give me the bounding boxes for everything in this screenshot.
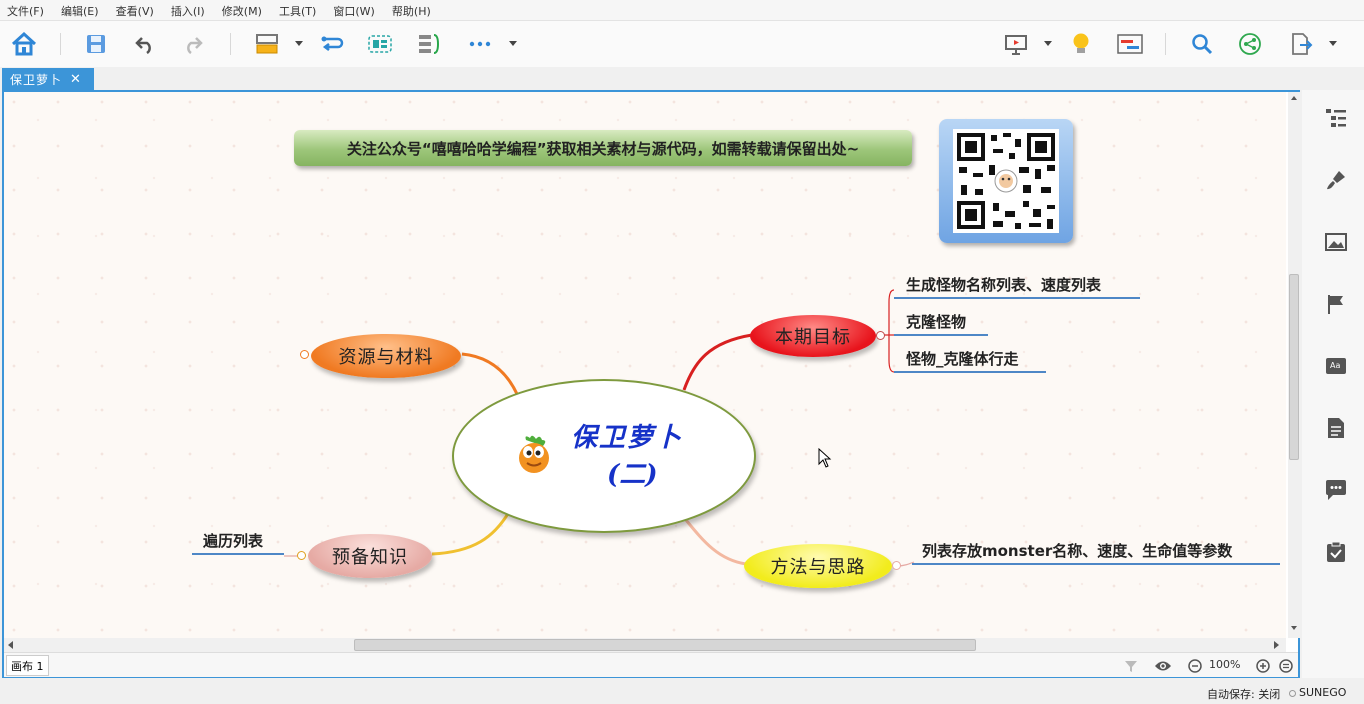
bottom-status-bar: 自动保存: 关闭 SUNEGO	[0, 682, 1364, 704]
subtopic-underline	[894, 297, 1140, 299]
document-tabs: 保卫萝卜 ✕	[0, 67, 1364, 90]
toolbar	[0, 21, 1364, 67]
more-icon[interactable]	[465, 29, 495, 59]
outline-icon[interactable]	[1324, 106, 1348, 130]
carrot-icon	[514, 434, 554, 476]
boundary-icon[interactable]	[365, 29, 395, 59]
scroll-left-icon[interactable]	[8, 641, 13, 649]
menu-modify[interactable]: 修改(M)	[222, 0, 262, 19]
export-dropdown-icon[interactable]	[1329, 41, 1337, 46]
horizontal-scrollbar[interactable]	[4, 638, 1286, 652]
scroll-up-icon[interactable]	[1291, 96, 1297, 100]
scroll-down-icon[interactable]	[1291, 626, 1297, 630]
marker-flag-icon[interactable]	[1324, 292, 1348, 316]
qr-code-topic[interactable]	[939, 119, 1073, 243]
home-icon[interactable]	[9, 29, 39, 59]
status-bar: 画布 1 100%	[4, 652, 1298, 677]
text-style-icon[interactable]: Aa	[1324, 354, 1348, 378]
bracket-goal	[888, 289, 895, 373]
topic-method[interactable]: 方法与思路	[744, 544, 892, 588]
connector-prereq	[431, 511, 511, 556]
menu-window[interactable]: 窗口(W)	[333, 0, 374, 19]
image-icon[interactable]	[1324, 230, 1348, 254]
subtopic-underline	[894, 334, 988, 336]
topic-style-dropdown-icon[interactable]	[295, 41, 303, 46]
menu-view[interactable]: 查看(V)	[116, 0, 154, 19]
sheet-tab[interactable]: 画布 1	[6, 655, 49, 676]
subtopic-goal-2[interactable]: 克隆怪物	[906, 311, 966, 332]
notes-icon[interactable]	[1324, 416, 1348, 440]
subtopic-prereq-1[interactable]: 遍历列表	[203, 530, 263, 551]
topic-goal[interactable]: 本期目标	[750, 315, 876, 357]
subtopic-goal-3[interactable]: 怪物_克隆体行走	[906, 348, 1019, 369]
horizontal-scroll-thumb[interactable]	[354, 639, 976, 651]
gantt-icon[interactable]	[1115, 29, 1145, 59]
collapse-method-icon[interactable]	[892, 561, 901, 570]
mindmap-canvas[interactable]: 关注公众号“嘻嘻哈哈学编程”获取相关素材与源代码，如需转载请保留出处~ 保卫萝卜…	[4, 92, 1286, 638]
subtopic-underline	[192, 553, 284, 555]
collapse-prereq-icon[interactable]	[297, 551, 306, 560]
topic-style-icon[interactable]	[252, 29, 282, 59]
share-icon[interactable]	[1235, 29, 1265, 59]
close-icon[interactable]: ✕	[70, 72, 81, 87]
presentation-dropdown-icon[interactable]	[1044, 41, 1052, 46]
subtopic-underline	[894, 371, 1046, 373]
eye-icon[interactable]	[1154, 658, 1172, 677]
mouse-cursor-icon	[818, 447, 832, 472]
promo-banner[interactable]: 关注公众号“嘻嘻哈哈学编程”获取相关素材与源代码，如需转载请保留出处~	[294, 130, 912, 166]
menu-file[interactable]: 文件(F)	[7, 0, 44, 19]
fit-icon[interactable]	[1279, 658, 1293, 677]
autosave-status[interactable]: 自动保存: 关闭	[1207, 686, 1280, 702]
menu-tools[interactable]: 工具(T)	[279, 0, 316, 19]
menu-help[interactable]: 帮助(H)	[392, 0, 431, 19]
idea-icon[interactable]	[1066, 29, 1096, 59]
collapse-goal-icon[interactable]	[876, 331, 885, 340]
expand-resources-icon[interactable]	[300, 350, 309, 359]
summary-icon[interactable]	[414, 29, 444, 59]
zoom-out-icon[interactable]	[1188, 658, 1202, 677]
vertical-scroll-thumb[interactable]	[1289, 274, 1299, 460]
central-topic[interactable]: 保卫萝卜 (二)	[452, 379, 756, 533]
export-icon[interactable]	[1286, 29, 1316, 59]
tab-document[interactable]: 保卫萝卜 ✕	[2, 68, 94, 90]
toolbar-separator	[230, 33, 231, 55]
central-title: 保卫萝卜	[571, 423, 684, 453]
brand-label: SUNEGO	[1299, 686, 1347, 699]
comment-icon[interactable]	[1324, 478, 1348, 502]
relationship-icon[interactable]	[317, 29, 347, 59]
connector-goal	[682, 333, 753, 391]
menu-insert[interactable]: 插入(I)	[171, 0, 205, 19]
connector-method	[684, 519, 747, 566]
save-icon[interactable]	[81, 29, 111, 59]
redo-icon[interactable]	[178, 29, 208, 59]
zoom-in-icon[interactable]	[1256, 658, 1270, 677]
more-dropdown-icon[interactable]	[509, 41, 517, 46]
scroll-right-icon[interactable]	[1274, 641, 1279, 649]
subtopic-method-1[interactable]: 列表存放monster名称、速度、生命值等参数	[922, 540, 1232, 561]
subtopic-goal-1[interactable]: 生成怪物名称列表、速度列表	[906, 274, 1101, 295]
topic-resources[interactable]: 资源与材料	[311, 334, 461, 378]
status-dot-icon	[1289, 690, 1296, 697]
canvas-frame: 关注公众号“嘻嘻哈哈学编程”获取相关素材与源代码，如需转载请保留出处~ 保卫萝卜…	[2, 90, 1300, 678]
subtopic-underline	[912, 563, 1280, 565]
central-subtitle: (二)	[607, 460, 658, 490]
tab-title: 保卫萝卜	[10, 72, 63, 87]
connector-resources	[461, 352, 519, 395]
menu-bar: 文件(F) 编辑(E) 查看(V) 插入(I) 修改(M) 工具(T) 窗口(W…	[0, 0, 1364, 21]
qr-code-image	[953, 129, 1059, 233]
presentation-icon[interactable]	[1001, 29, 1031, 59]
menu-edit[interactable]: 编辑(E)	[61, 0, 99, 19]
svg-text:Aa: Aa	[1330, 361, 1340, 370]
right-side-panel: Aa	[1302, 90, 1364, 678]
task-icon[interactable]	[1324, 540, 1348, 564]
topic-prereq[interactable]: 预备知识	[308, 534, 432, 578]
toolbar-separator	[1165, 33, 1166, 55]
vertical-scrollbar[interactable]	[1288, 92, 1300, 638]
format-brush-icon[interactable]	[1324, 168, 1348, 192]
search-icon[interactable]	[1187, 29, 1217, 59]
toolbar-separator	[60, 33, 61, 55]
zoom-level: 100%	[1209, 658, 1241, 671]
filter-icon[interactable]	[1124, 658, 1138, 677]
undo-icon[interactable]	[130, 29, 160, 59]
